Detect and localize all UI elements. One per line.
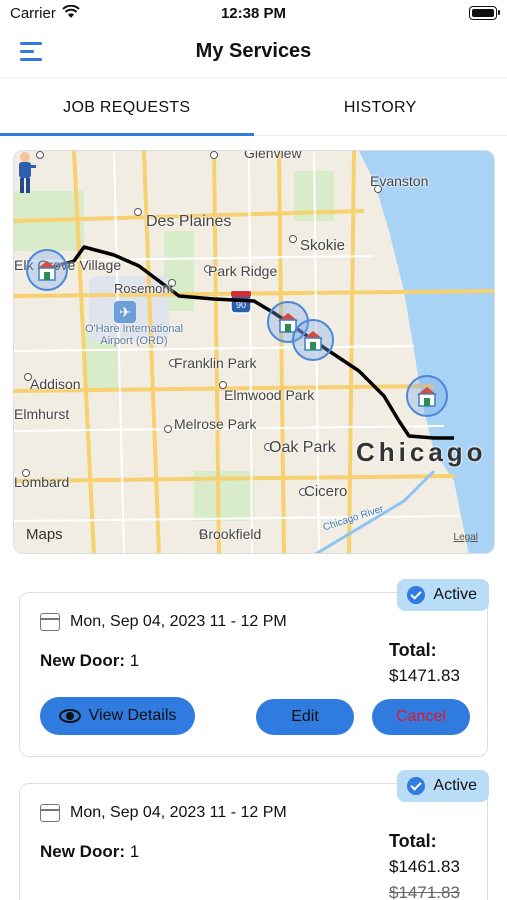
house-icon <box>37 261 57 281</box>
job-date-row: Mon, Sep 04, 2023 11 - 12 PM <box>40 613 287 631</box>
status-bar: Carrier 12:38 PM <box>0 0 507 28</box>
total-label: Total: <box>389 831 437 851</box>
app-header: My Services <box>0 28 507 78</box>
house-icon <box>417 387 437 407</box>
service-row: New Door: 1 <box>40 651 139 671</box>
maps-logo: Maps <box>26 526 63 543</box>
map-label: Lombard <box>14 474 70 490</box>
airport-icon: ✈ <box>114 301 136 323</box>
legal-link[interactable]: Legal <box>454 532 478 543</box>
total-amount: $1461.83 <box>389 857 460 876</box>
check-circle-icon <box>407 586 426 604</box>
calendar-icon <box>40 804 60 822</box>
map-town-dot <box>164 425 172 433</box>
job-request-card: Active Mon, Sep 04, 2023 11 - 12 PM New … <box>19 770 489 900</box>
service-quantity: 1 <box>129 842 140 861</box>
total-amount: $1471.83 <box>389 666 460 685</box>
status-badge: Active <box>397 579 489 611</box>
tab-bar: JOB REQUESTS HISTORY <box>0 80 507 136</box>
status-label: Active <box>433 586 477 603</box>
service-quantity: 1 <box>129 651 140 670</box>
status-label: Active <box>433 777 477 794</box>
total-block: Total: $1471.83 <box>389 637 460 689</box>
map-label: Cicero <box>304 483 348 500</box>
job-location-pin[interactable] <box>292 319 334 361</box>
tab-job-requests[interactable]: JOB REQUESTS <box>0 80 254 136</box>
original-total-amount: $1471.83 <box>389 883 460 900</box>
page-title: My Services <box>195 40 312 62</box>
map-roads: 90 <box>14 151 494 553</box>
service-name: New Door: <box>40 651 125 670</box>
cancel-button[interactable]: Cancel <box>372 699 470 735</box>
map-town-dot <box>36 151 44 159</box>
job-date: Mon, Sep 04, 2023 11 - 12 PM <box>70 613 287 630</box>
view-details-label: View Details <box>88 707 177 724</box>
house-icon <box>303 331 323 351</box>
map-view[interactable]: 90 Glenview Evanston Des Plaines Skokie … <box>13 150 495 554</box>
map-label-airport: O'Hare International Airport (ORD) <box>84 323 184 347</box>
map-label: Skokie <box>300 237 346 254</box>
maps-brand-label: Maps <box>26 526 63 543</box>
map-label: Melrose Park <box>174 416 257 432</box>
map-label: Glenview <box>244 150 302 161</box>
clock: 12:38 PM <box>220 5 287 22</box>
map-label-city: Chicago <box>356 437 487 467</box>
map-label: Franklin Park <box>174 355 257 371</box>
service-row: New Door: 1 <box>40 842 139 862</box>
map-label: Addison <box>30 376 81 392</box>
map-label: Evanston <box>370 173 429 189</box>
tab-history[interactable]: HISTORY <box>254 80 507 135</box>
map-town-dot <box>210 151 218 159</box>
view-details-button[interactable]: View Details <box>40 697 195 735</box>
calendar-icon <box>40 613 60 631</box>
job-location-pin[interactable] <box>406 375 448 417</box>
map-town-dot <box>134 208 142 216</box>
status-badge: Active <box>397 770 489 802</box>
map-label: Des Plaines <box>146 213 232 230</box>
total-block: Total: $1461.83 $1471.83 <box>389 828 460 900</box>
job-date: Mon, Sep 04, 2023 11 - 12 PM <box>70 804 287 821</box>
map-label: Rosemont <box>114 281 174 296</box>
edit-button[interactable]: Edit <box>256 699 354 735</box>
job-date-row: Mon, Sep 04, 2023 11 - 12 PM <box>40 804 287 822</box>
map-label: Oak Park <box>269 439 336 456</box>
map-label: Brookfield <box>199 526 262 542</box>
check-circle-icon <box>407 777 426 795</box>
worker-location-icon <box>19 152 36 193</box>
job-request-card: Active Mon, Sep 04, 2023 11 - 12 PM New … <box>19 579 489 757</box>
eye-icon <box>58 709 81 723</box>
map-label: Elmwood Park <box>224 387 315 403</box>
total-label: Total: <box>389 640 437 660</box>
service-name: New Door: <box>40 842 125 861</box>
map-town-dot <box>289 235 297 243</box>
job-location-pin[interactable] <box>26 249 68 291</box>
map-label: Elmhurst <box>14 406 70 422</box>
map-label: Park Ridge <box>208 263 278 279</box>
battery-icon <box>469 6 500 20</box>
